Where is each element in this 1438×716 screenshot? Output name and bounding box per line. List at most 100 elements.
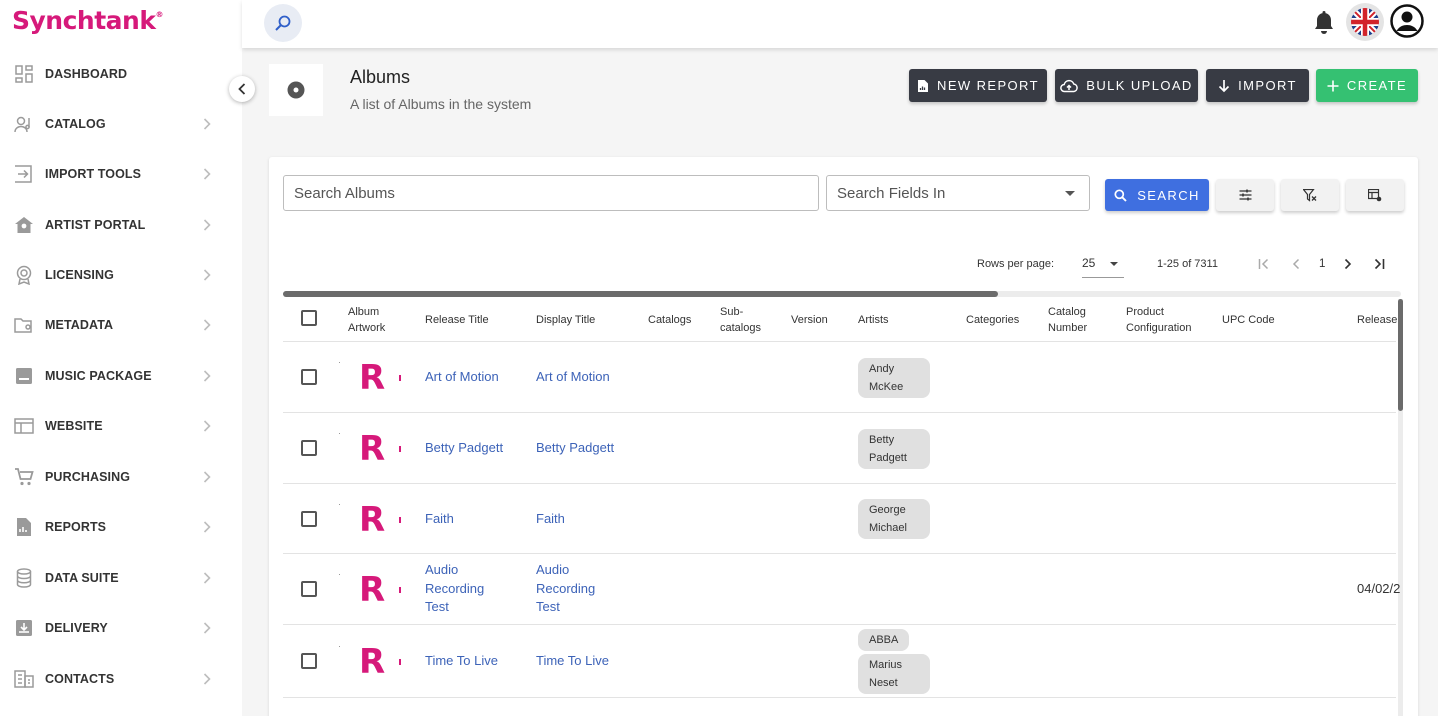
- album-artwork[interactable]: R: [339, 429, 409, 469]
- sidebar-item-artist-portal[interactable]: ARTIST PORTAL: [0, 200, 242, 250]
- table-row[interactable]: [283, 698, 1396, 716]
- column-header-catalog-number[interactable]: Catalog Number: [1048, 304, 1098, 336]
- page-subtitle: A list of Albums in the system: [350, 96, 532, 112]
- album-artwork[interactable]: R: [339, 570, 409, 610]
- sidebar-item-metadata[interactable]: METADATA: [0, 300, 242, 350]
- artist-chip[interactable]: Andy McKee: [858, 358, 930, 398]
- row-checkbox[interactable]: [301, 369, 317, 385]
- column-header-release[interactable]: Release: [1357, 312, 1397, 328]
- table-row[interactable]: R Betty Padgett Betty Padgett Betty Padg…: [283, 413, 1396, 484]
- column-header-version[interactable]: Version: [791, 312, 828, 328]
- next-page-button[interactable]: [1339, 255, 1357, 273]
- last-page-button[interactable]: [1370, 255, 1388, 273]
- sidebar-item-label: PURCHASING: [45, 470, 131, 484]
- page-title: Albums: [350, 67, 411, 87]
- collapse-sidebar-button[interactable]: [229, 76, 255, 102]
- row-checkbox[interactable]: [301, 440, 317, 456]
- table-row[interactable]: R Art of Motion Art of Motion Andy McKee: [283, 342, 1396, 413]
- release-title-link[interactable]: Art of Motion: [425, 368, 499, 387]
- select-all-checkbox[interactable]: [301, 310, 317, 326]
- sidebar-item-label: DATA SUITE: [45, 571, 119, 585]
- column-header-categories[interactable]: Categories: [966, 312, 1019, 328]
- sidebar-item-delivery[interactable]: DELIVERY: [0, 603, 242, 653]
- release-title-link[interactable]: Betty Padgett: [425, 439, 503, 458]
- row-checkbox[interactable]: [301, 653, 317, 669]
- sidebar-item-contacts[interactable]: CONTACTS: [0, 654, 242, 704]
- current-page: 1: [1319, 258, 1326, 270]
- artist-chip[interactable]: Marius Neset: [858, 654, 930, 694]
- bulk-upload-button[interactable]: BULK UPLOAD: [1055, 69, 1198, 102]
- bell-icon: [1315, 11, 1333, 34]
- album-artwork[interactable]: R: [339, 358, 409, 398]
- contacts-icon: [14, 669, 34, 689]
- first-page-button[interactable]: [1255, 255, 1273, 273]
- sidebar-item-label: DASHBOARD: [45, 67, 128, 81]
- sidebar-item-import-tools[interactable]: IMPORT TOOLS: [0, 149, 242, 199]
- column-header-product-configuration[interactable]: Product Configuration: [1126, 304, 1206, 336]
- sidebar-item-dashboard[interactable]: DASHBOARD: [0, 49, 242, 99]
- filter-options-button[interactable]: [1216, 179, 1274, 211]
- sidebar-item-label: ARTIST PORTAL: [45, 218, 146, 232]
- sidebar-item-reports[interactable]: REPORTS: [0, 502, 242, 552]
- search-button-label: SEARCH: [1137, 187, 1200, 203]
- row-checkbox[interactable]: [301, 511, 317, 527]
- search-albums-input[interactable]: [283, 175, 819, 211]
- display-title-link[interactable]: Betty Padgett: [536, 439, 614, 458]
- table-row[interactable]: R Faith Faith George Michael: [283, 484, 1396, 554]
- release-title-link[interactable]: Time To Live: [425, 652, 498, 671]
- column-header-artists[interactable]: Artists: [858, 312, 889, 328]
- sidebar-item-purchasing[interactable]: PURCHASING: [0, 452, 242, 502]
- top-bar: [242, 0, 1438, 48]
- new-report-button[interactable]: NEW REPORT: [909, 69, 1047, 102]
- previous-page-button[interactable]: [1287, 255, 1305, 273]
- column-header-display-title[interactable]: Display Title: [536, 312, 595, 328]
- display-title-link[interactable]: Faith: [536, 510, 565, 529]
- search-button[interactable]: SEARCH: [1105, 179, 1209, 211]
- clear-filters-button[interactable]: [1281, 179, 1339, 211]
- sidebar: Synchtank® DASHBOARD CATALOG IMPORT TOOL…: [0, 0, 242, 716]
- import-button[interactable]: IMPORT: [1206, 69, 1309, 102]
- search-icon: [1114, 188, 1127, 202]
- search-fields-select[interactable]: Search Fields In: [826, 175, 1090, 211]
- table-header-row: Album Artwork Release Title Display Titl…: [283, 297, 1397, 342]
- create-button[interactable]: CREATE: [1316, 69, 1418, 102]
- sidebar-item-data-suite[interactable]: DATA SUITE: [0, 553, 242, 603]
- column-header-subcatalogs[interactable]: Sub-catalogs: [720, 304, 770, 336]
- catalog-icon: [14, 114, 34, 134]
- notifications-button[interactable]: [1312, 10, 1336, 36]
- artist-chip[interactable]: Betty Padgett: [858, 429, 930, 469]
- column-settings-button[interactable]: [1346, 179, 1404, 211]
- vertical-scrollbar[interactable]: [1398, 299, 1403, 716]
- import-tools-icon: [14, 164, 34, 184]
- sidebar-item-licensing[interactable]: LICENSING: [0, 250, 242, 300]
- user-account-button[interactable]: [1390, 4, 1424, 38]
- sidebar-item-website[interactable]: WEBSITE: [0, 401, 242, 451]
- column-header-upc-code[interactable]: UPC Code: [1222, 312, 1275, 328]
- sidebar-item-catalog[interactable]: CATALOG: [0, 99, 242, 149]
- album-artwork[interactable]: R: [339, 642, 409, 682]
- release-title-link[interactable]: Audio Recording Test: [425, 561, 503, 617]
- chevron-right-icon: [1344, 258, 1352, 270]
- table-row[interactable]: R Audio Recording Test Audio Recording T…: [283, 554, 1400, 625]
- display-title-link[interactable]: Time To Live: [536, 652, 609, 671]
- release-title-link[interactable]: Faith: [425, 510, 454, 529]
- album-artwork[interactable]: R: [339, 500, 409, 540]
- column-header-album-artwork[interactable]: Album Artwork: [348, 304, 398, 336]
- table-row[interactable]: R Time To Live Time To Live ABBA Marius …: [283, 625, 1396, 698]
- sliders-icon: [1239, 189, 1251, 201]
- language-selector[interactable]: [1346, 3, 1384, 41]
- synchtank-logo[interactable]: Synchtank®: [12, 6, 163, 35]
- global-search-button[interactable]: [264, 4, 302, 42]
- sidebar-item-music-package[interactable]: MUSIC PACKAGE: [0, 351, 242, 401]
- sidebar-item-label: CONTACTS: [45, 672, 115, 686]
- rows-per-page-select[interactable]: 25: [1082, 256, 1124, 278]
- vertical-scrollbar-thumb[interactable]: [1398, 299, 1403, 411]
- artist-chip[interactable]: George Michael: [858, 499, 930, 539]
- artist-chip[interactable]: ABBA: [858, 629, 910, 651]
- sidebar-item-label: WEBSITE: [45, 419, 103, 433]
- column-header-catalogs[interactable]: Catalogs: [648, 312, 691, 328]
- display-title-link[interactable]: Art of Motion: [536, 368, 610, 387]
- column-header-release-title[interactable]: Release Title: [425, 312, 489, 328]
- display-title-link[interactable]: Audio Recording Test: [536, 561, 614, 617]
- row-checkbox[interactable]: [301, 581, 317, 597]
